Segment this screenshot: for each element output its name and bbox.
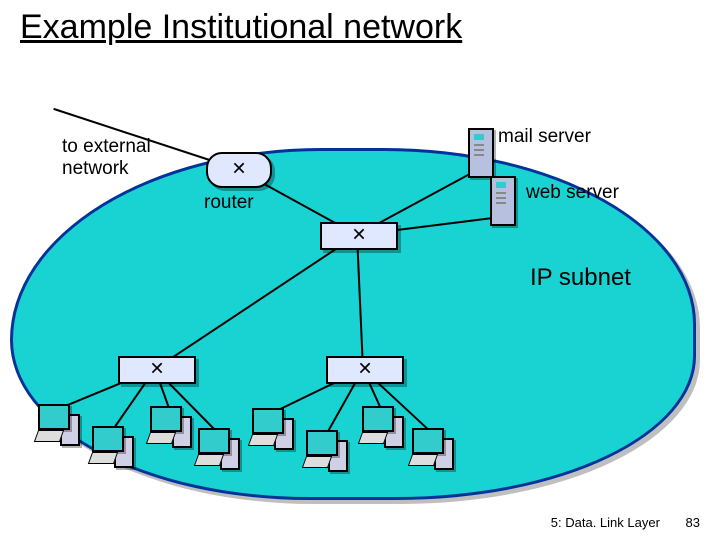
workstation-icon xyxy=(412,428,454,470)
workstation-icon xyxy=(252,408,294,450)
mail-server-icon xyxy=(468,128,494,178)
web-server-icon xyxy=(490,176,516,226)
label-ip-subnet: IP subnet xyxy=(530,264,631,292)
workstation-icon xyxy=(198,428,240,470)
workstation-icon xyxy=(362,406,404,448)
workstation-icon xyxy=(306,430,348,472)
label-router: router xyxy=(204,192,254,214)
slide-footer: 5: Data. Link Layer 83 xyxy=(551,515,700,530)
label-web-server: web server xyxy=(526,182,619,204)
switch-core-icon xyxy=(320,222,398,250)
workstation-icon xyxy=(38,404,80,446)
switch-left-icon xyxy=(118,356,196,384)
label-mail-server: mail server xyxy=(498,126,591,148)
label-to-external: to external network xyxy=(62,136,151,180)
footer-chapter: 5: Data. Link Layer xyxy=(551,515,660,530)
workstation-icon xyxy=(150,406,192,448)
footer-page: 83 xyxy=(686,515,700,530)
router-icon xyxy=(206,152,272,188)
workstation-icon xyxy=(92,426,134,468)
switch-right-icon xyxy=(326,356,404,384)
slide-title: Example Institutional network xyxy=(20,8,462,47)
